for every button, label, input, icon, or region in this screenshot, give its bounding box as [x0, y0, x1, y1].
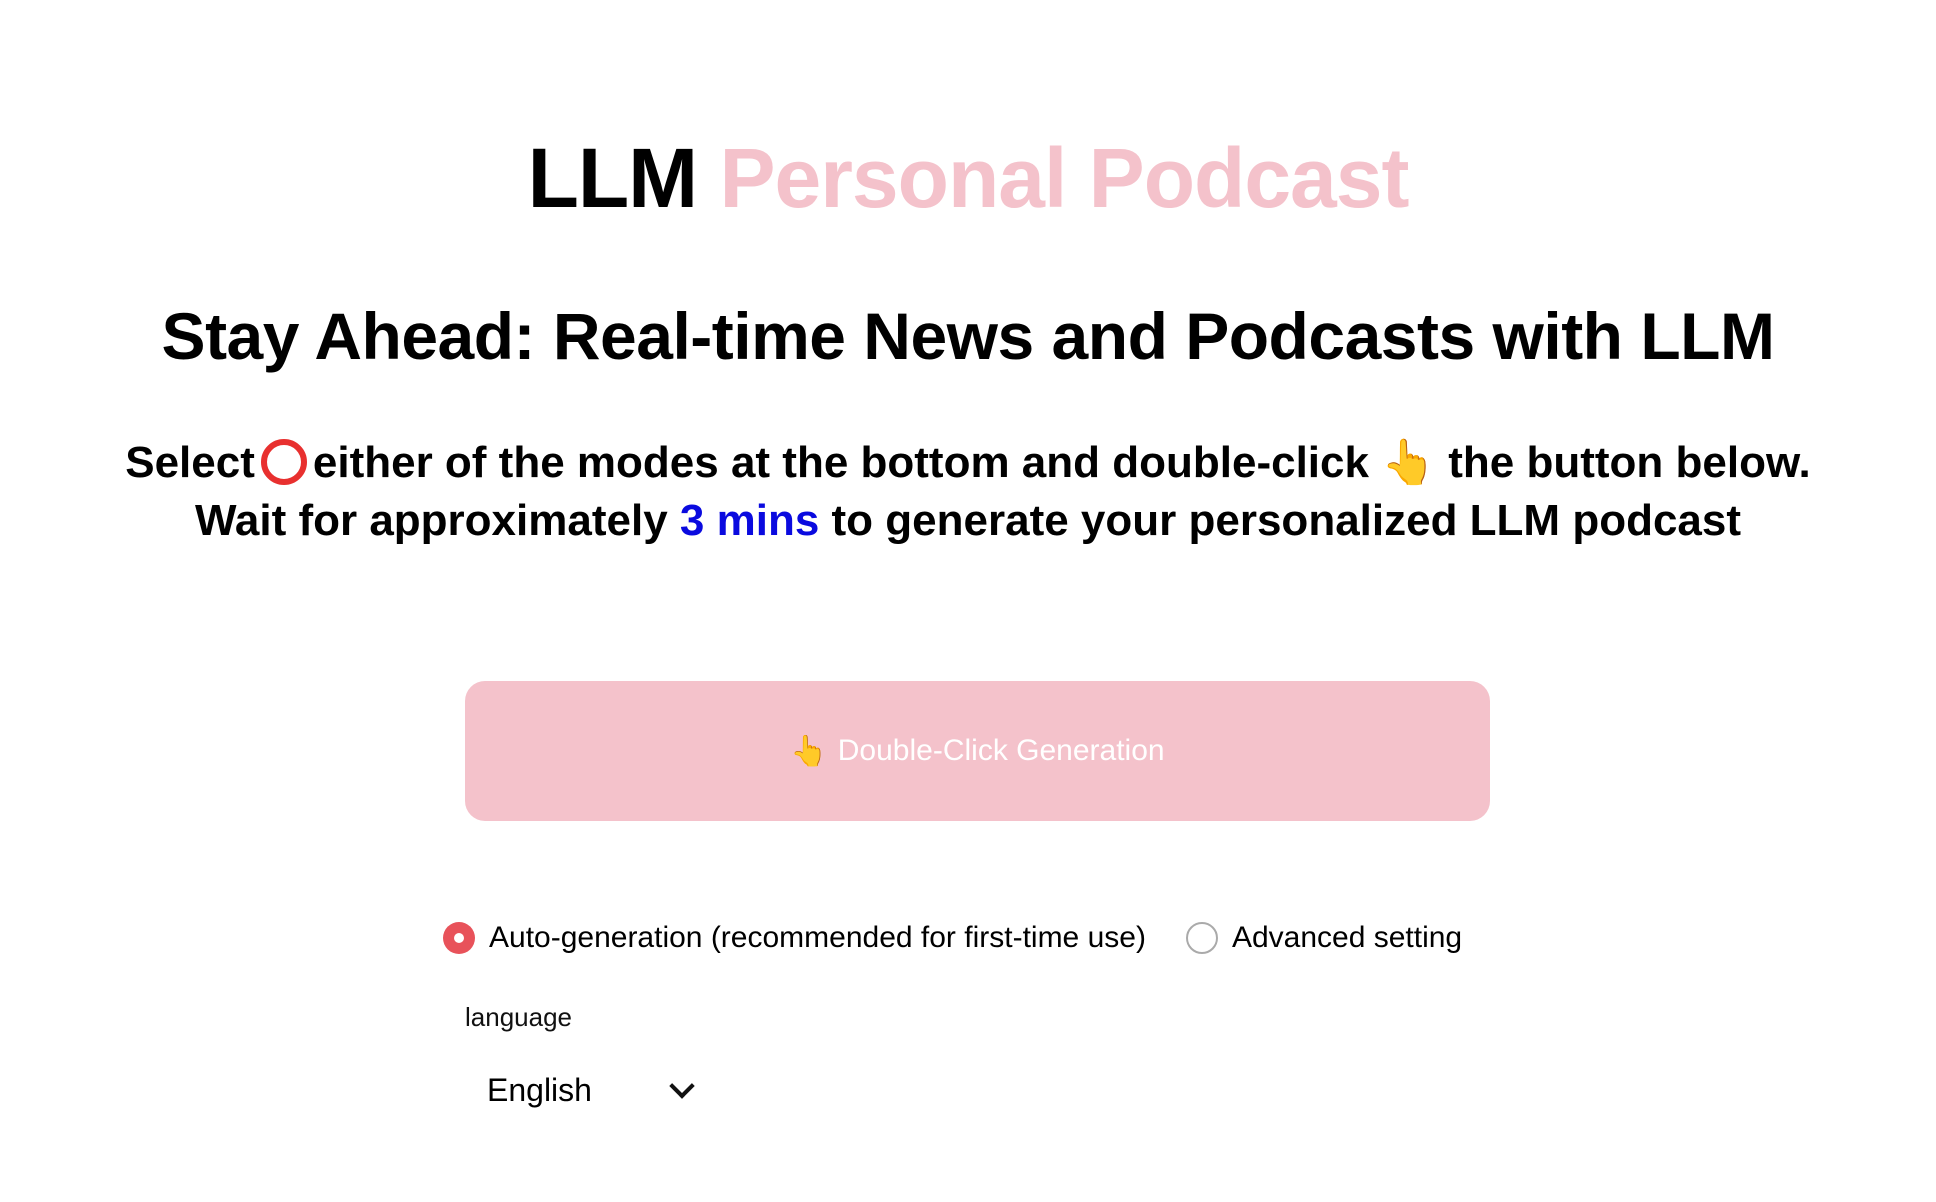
app-title-plain: LLM [527, 131, 699, 225]
language-select[interactable]: English [487, 1068, 697, 1112]
instructions-line-1: Select either of the modes at the bottom … [0, 434, 1936, 492]
language-selected-value: English [487, 1071, 592, 1108]
red-circle-icon [260, 439, 307, 485]
instructions-text: to generate your personalized LLM podcas… [831, 496, 1742, 545]
radio-auto-generation[interactable]: Auto-generation (recommended for first-t… [443, 921, 1146, 955]
instructions-text: the button below. [1448, 438, 1811, 487]
language-label: language [465, 1002, 572, 1032]
pointing-hand-icon: 👆 [1381, 437, 1436, 488]
generation-button-label: Double-Click Generation [837, 734, 1165, 767]
app-title: LLM Personal Podcast [0, 128, 1936, 228]
mode-radio-group: Auto-generation (recommended for first-t… [443, 918, 1462, 958]
wait-time-highlight: 3 mins [679, 496, 820, 545]
radio-unselected-icon[interactable] [1185, 922, 1218, 954]
double-click-generation-button[interactable]: 👆 Double-Click Generation [465, 681, 1490, 821]
instructions-text: either of the modes at the bottom and do… [312, 438, 1369, 487]
app-title-accent: Personal Podcast [719, 131, 1410, 225]
instructions-text: Select [125, 438, 255, 487]
radio-label: Advanced setting [1231, 921, 1463, 954]
instructions-line-2: Wait for approximately 3 mins to generat… [0, 492, 1936, 550]
instructions-text: Wait for approximately [194, 496, 668, 545]
radio-selected-icon[interactable] [443, 922, 475, 954]
radio-label: Auto-generation (recommended for first-t… [489, 921, 1146, 954]
page: LLM Personal Podcast Stay Ahead: Real-ti… [0, 0, 1936, 1202]
pointing-hand-icon: 👆 [790, 733, 828, 769]
page-subtitle: Stay Ahead: Real-time News and Podcasts … [161, 299, 1775, 373]
instructions: Select either of the modes at the bottom … [0, 434, 1936, 550]
chevron-down-icon[interactable] [669, 1073, 695, 1099]
radio-advanced-setting[interactable]: Advanced setting [1185, 921, 1463, 955]
